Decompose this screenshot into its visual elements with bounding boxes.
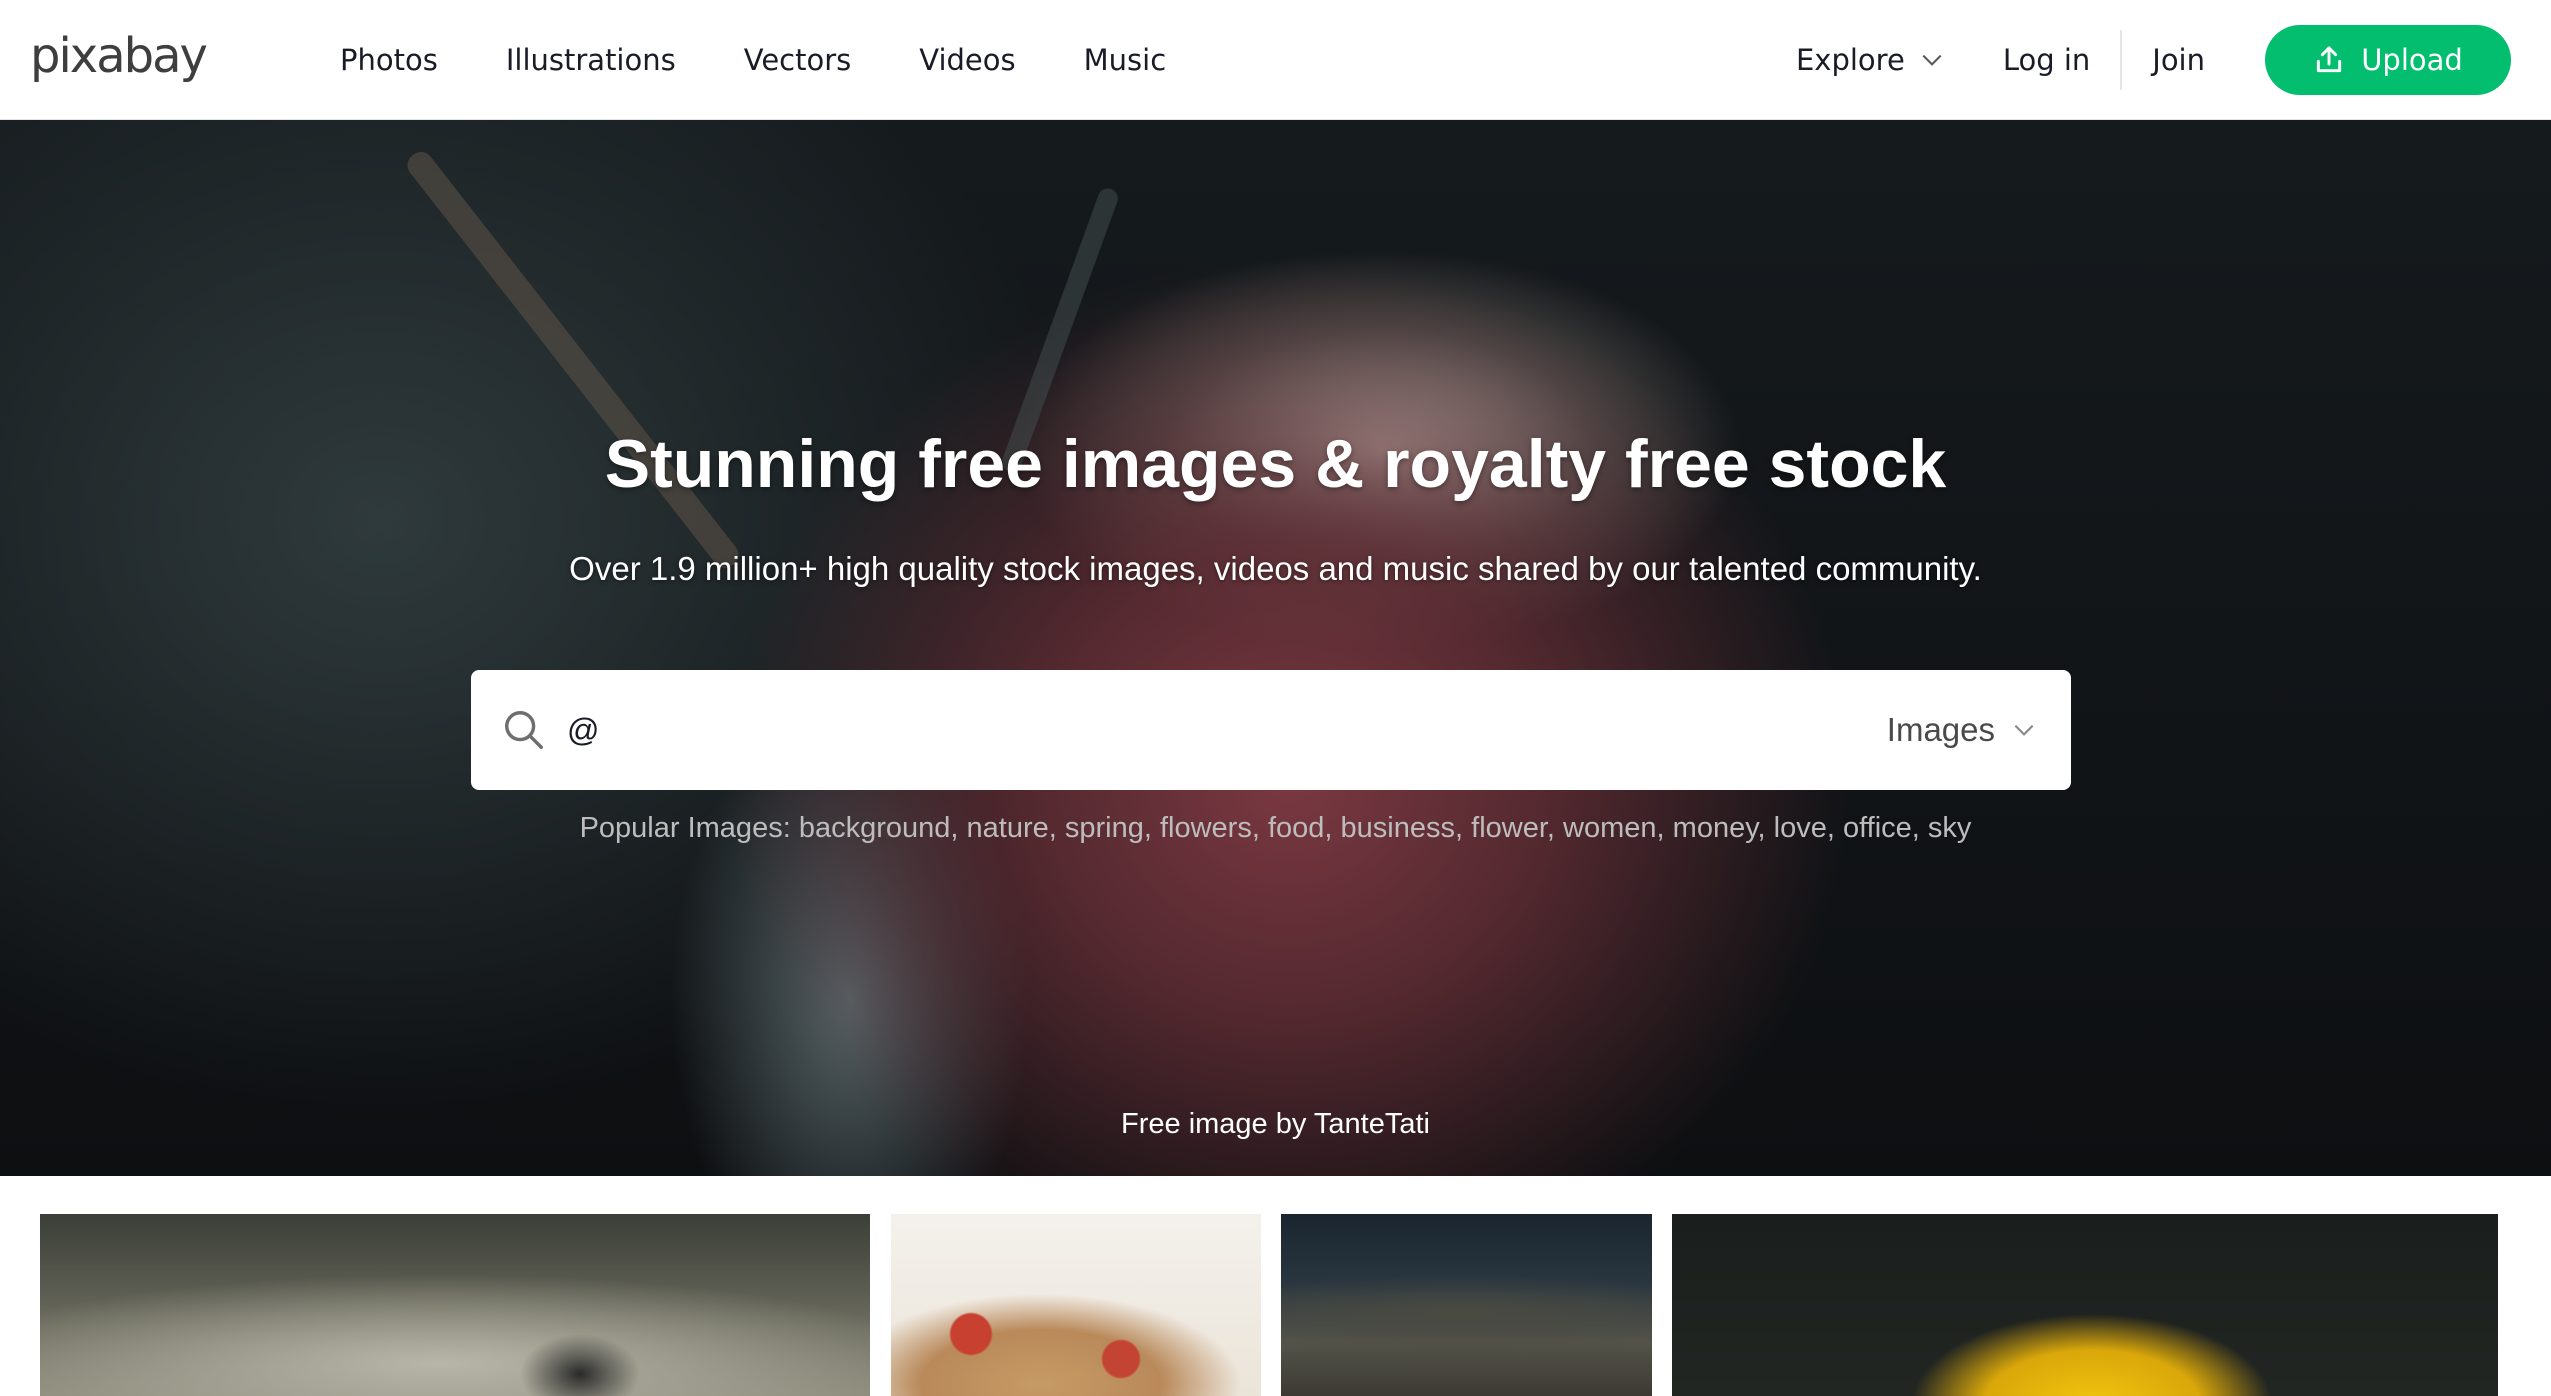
nav-music[interactable]: Music [1084, 43, 1167, 77]
media-type-dropdown[interactable]: Images [1887, 711, 2037, 749]
popular-tag[interactable]: business [1341, 812, 1455, 844]
header-divider [2120, 30, 2123, 90]
gallery-image[interactable] [40, 1214, 870, 1396]
nav-vectors[interactable]: Vectors [744, 43, 852, 77]
gallery-image[interactable] [1281, 1214, 1652, 1396]
upload-button[interactable]: Upload [2265, 25, 2511, 95]
image-gallery [0, 1176, 2551, 1396]
popular-tag[interactable]: flower [1471, 812, 1547, 844]
image-credit-link[interactable]: Free image by TanteTati [0, 1108, 2551, 1141]
nav-illustrations[interactable]: Illustrations [506, 43, 676, 77]
popular-tag[interactable]: money [1673, 812, 1758, 844]
nav-videos[interactable]: Videos [919, 43, 1015, 77]
popular-tag[interactable]: flowers [1160, 812, 1252, 844]
chevron-down-icon [2014, 724, 2034, 736]
join-link[interactable]: Join [2152, 43, 2205, 77]
popular-tag[interactable]: nature [967, 812, 1049, 844]
popular-searches: Popular Images: background, nature, spri… [579, 812, 1972, 844]
nav-photos[interactable]: Photos [340, 43, 438, 77]
popular-tag[interactable]: food [1268, 812, 1324, 844]
chevron-down-icon [1922, 54, 1942, 66]
pixabay-logo[interactable]: pixabay [30, 26, 208, 86]
search-input[interactable] [567, 690, 1887, 770]
popular-label: Popular Images: [579, 812, 791, 844]
popular-tag[interactable]: love [1774, 812, 1827, 844]
gallery-image[interactable] [891, 1214, 1261, 1396]
login-link[interactable]: Log in [2003, 43, 2120, 77]
hero-title: Stunning free images & royalty free stoc… [604, 426, 1947, 502]
popular-tag[interactable]: spring [1065, 812, 1144, 844]
top-navigation-bar: pixabay Photos Illustrations Vectors Vid… [0, 0, 2551, 120]
hero-subtitle: Over 1.9 million+ high quality stock ima… [569, 550, 1982, 587]
media-type-label: Images [1886, 711, 1995, 748]
popular-tag[interactable]: background [799, 812, 951, 844]
popular-tag[interactable]: sky [1928, 812, 1972, 844]
search-icon[interactable] [501, 707, 547, 753]
upload-icon [2317, 46, 2342, 73]
popular-tag[interactable]: women [1563, 812, 1657, 844]
main-nav: Photos Illustrations Vectors Videos Musi… [340, 0, 1166, 120]
popular-tag[interactable]: office [1843, 812, 1912, 844]
gallery-image[interactable] [1672, 1214, 2498, 1396]
upload-label: Upload [2361, 43, 2463, 77]
hero-image-detail [402, 147, 744, 573]
header-actions: Explore Log in Join Upload [1796, 0, 2511, 120]
explore-label: Explore [1795, 43, 1905, 77]
search-bar: Images [471, 670, 2071, 790]
explore-dropdown[interactable]: Explore [1796, 43, 1945, 77]
hero-banner: Stunning free images & royalty free stoc… [0, 120, 2551, 1176]
